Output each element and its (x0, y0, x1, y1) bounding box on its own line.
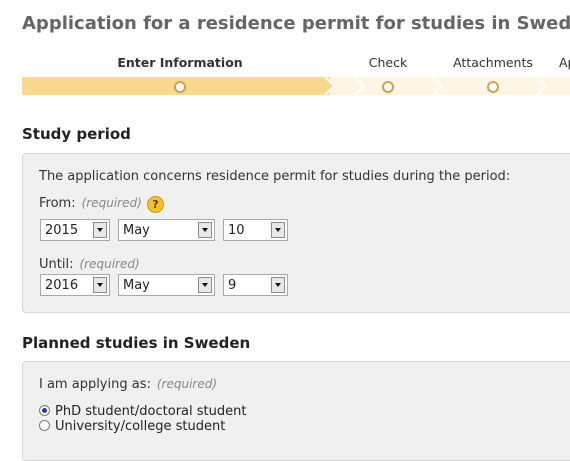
chevron-right-icon (536, 77, 548, 95)
until-month-select[interactable]: May (118, 274, 215, 296)
step-check[interactable]: Check (369, 55, 407, 70)
progress-steps: Enter Information Check Attachments Ap (0, 55, 570, 71)
option-phd-student[interactable]: PhD student/doctoral student (39, 404, 246, 419)
dropdown-arrow-icon (93, 277, 107, 293)
from-required: (required) (81, 196, 142, 210)
chevron-right-icon (324, 77, 336, 95)
study-period-heading: Study period (22, 125, 131, 143)
from-label: From: (39, 196, 76, 211)
until-label-row: Until: (required) (39, 257, 140, 272)
progress-bar (22, 77, 570, 95)
applying-as-label: I am applying as: (39, 377, 151, 392)
until-year-value: 2016 (45, 278, 79, 293)
from-day-select[interactable]: 10 (223, 219, 288, 241)
applying-as-row: I am applying as: (required) (39, 377, 217, 392)
dropdown-arrow-icon (198, 222, 212, 238)
planned-studies-heading: Planned studies in Sweden (22, 334, 251, 352)
step-attachments[interactable]: Attachments (453, 55, 533, 70)
until-day-select[interactable]: 9 (223, 274, 288, 296)
question-icon[interactable]: ? (147, 196, 164, 213)
chevron-right-icon (354, 77, 366, 95)
until-month-value: May (123, 278, 150, 293)
from-label-row: From: (required) (39, 196, 142, 211)
page-title: Application for a residence permit for s… (22, 13, 570, 34)
until-year-select[interactable]: 2016 (40, 274, 110, 296)
planned-studies-panel: I am applying as: (required) PhD student/… (22, 361, 570, 461)
dropdown-arrow-icon (93, 222, 107, 238)
study-period-panel: The application concerns residence permi… (22, 153, 570, 313)
dropdown-arrow-icon (271, 277, 285, 293)
step-marker-icon (382, 81, 394, 93)
from-year-value: 2015 (45, 223, 79, 238)
until-required: (required) (79, 257, 140, 271)
option-phd-student-label: PhD student/doctoral student (55, 404, 247, 419)
radio-unselected-icon[interactable] (39, 420, 50, 431)
step-marker-icon (487, 81, 499, 93)
applying-as-required: (required) (156, 377, 218, 391)
option-university-student[interactable]: University/college student (39, 419, 225, 434)
until-day-value: 9 (228, 278, 237, 293)
from-month-select[interactable]: May (118, 219, 215, 241)
step-enter-information[interactable]: Enter Information (117, 55, 242, 70)
from-month-value: May (123, 223, 150, 238)
until-label: Until: (39, 257, 74, 272)
from-day-value: 10 (228, 223, 245, 238)
step-ap[interactable]: Ap (559, 55, 570, 70)
dropdown-arrow-icon (198, 277, 212, 293)
chevron-right-icon (432, 77, 444, 95)
option-university-student-label: University/college student (55, 419, 226, 434)
from-year-select[interactable]: 2015 (40, 219, 110, 241)
step-marker-icon (174, 81, 186, 93)
radio-selected-icon[interactable] (39, 405, 50, 416)
study-period-intro: The application concerns residence permi… (39, 169, 511, 184)
dropdown-arrow-icon (271, 222, 285, 238)
